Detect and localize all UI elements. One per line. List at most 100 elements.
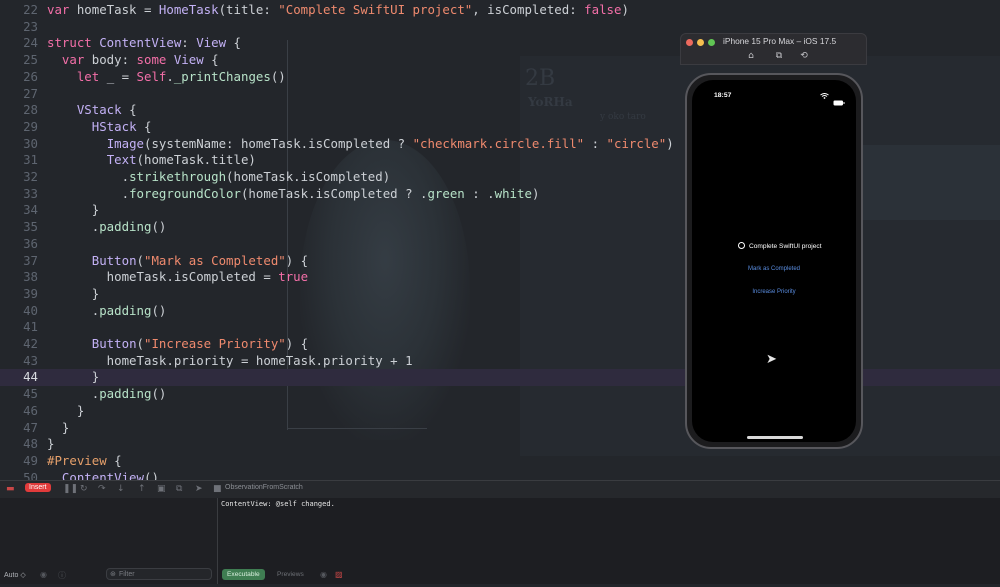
code-token: : . (464, 185, 495, 201)
code-text[interactable]: .foregroundColor(homeTask.isCompleted ? … (47, 185, 540, 203)
line-number: 50 (23, 469, 38, 480)
home-icon[interactable]: ⌂ (745, 50, 757, 62)
code-token: green (427, 185, 465, 201)
code-text[interactable]: } (47, 403, 84, 420)
line-number: 47 (23, 419, 38, 435)
step-out-icon[interactable]: ↑ (138, 484, 146, 494)
code-text[interactable]: VStack { (47, 102, 137, 119)
variables-scope-select[interactable]: Auto ◇ (4, 571, 26, 587)
continue-icon[interactable]: ↻ (80, 484, 88, 494)
line-number: 31 (23, 152, 38, 168)
iphone-screen[interactable]: 18:57 Complete SwiftUI project Mark as C… (692, 80, 856, 442)
code-text[interactable]: Button("Increase Priority") { (47, 336, 308, 353)
zoom-window-button[interactable] (708, 39, 715, 46)
code-text[interactable]: homeTask.priority = homeTask.priority + … (47, 353, 413, 370)
code-text[interactable]: .padding() (47, 386, 167, 403)
code-token: ) (666, 135, 674, 151)
code-text[interactable]: } (47, 286, 99, 303)
code-token: View (196, 35, 227, 51)
code-token: homeTask.priority = homeTask.priority + … (47, 352, 413, 368)
close-window-button[interactable] (686, 39, 693, 46)
code-text[interactable]: .padding() (47, 302, 167, 320)
increase-priority-button[interactable]: Increase Priority (692, 289, 856, 295)
code-line[interactable]: 22 var homeTask = HomeTask(title: "Comple… (0, 2, 1000, 19)
line-number: 28 (23, 102, 38, 118)
code-text[interactable]: .padding() (47, 219, 167, 236)
line-number: 41 (23, 319, 38, 335)
memory-graph-icon[interactable]: ⧉ (176, 484, 182, 494)
code-line[interactable]: 50 ContentView() (0, 470, 1000, 480)
code-token: { (121, 102, 137, 118)
toggle-debug-area-icon[interactable]: ▬ (6, 484, 15, 494)
code-text[interactable]: Button("Mark as Completed") { (47, 253, 308, 270)
code-text[interactable]: homeTask.isCompleted = true (47, 269, 308, 286)
code-text[interactable]: let _ = Self._printChanges() (47, 69, 286, 86)
code-token: } (47, 285, 100, 301)
code-token: strikethrough (129, 169, 227, 184)
code-token: , isCompleted: (472, 2, 585, 17)
code-token: "Mark as Completed" (144, 252, 286, 268)
console-output: ContentView: @self changed. (221, 500, 335, 508)
code-token: Self (136, 68, 167, 84)
code-token: () (151, 219, 167, 235)
filter-icon: ⊛ (110, 571, 116, 578)
code-text[interactable]: } (47, 420, 69, 437)
location-icon[interactable]: ➤ (195, 484, 203, 494)
code-text[interactable]: struct ContentView: View { (47, 35, 241, 52)
code-token: () (151, 302, 167, 318)
minimize-window-button[interactable] (697, 39, 704, 46)
line-number: 30 (23, 135, 38, 151)
code-token: (systemName: homeTask.isCompleted ? (144, 135, 413, 151)
code-token: some (136, 52, 174, 68)
code-text[interactable]: var body: some View { (47, 52, 219, 69)
code-text[interactable]: #Preview { (47, 453, 122, 470)
mark-as-completed-button[interactable]: Mark as Completed (692, 266, 856, 272)
insert-mode-badge: Insert (25, 483, 51, 492)
code-line[interactable]: 49 #Preview { (0, 453, 1000, 470)
code-text[interactable]: Image(systemName: homeTask.isCompleted ?… (47, 136, 674, 153)
line-number: 38 (23, 269, 38, 285)
code-text[interactable]: .strikethrough(homeTask.isCompleted) (47, 169, 391, 186)
code-text[interactable]: } (47, 369, 99, 386)
code-token: } (47, 202, 100, 218)
executable-tab[interactable]: Executable (222, 569, 265, 580)
screenshot-icon[interactable]: ⧉ (773, 50, 785, 62)
code-token: ( (136, 252, 144, 268)
code-token: "circle" (606, 135, 667, 151)
step-over-icon[interactable]: ↷ (98, 484, 106, 494)
code-token: homeTask = (76, 2, 159, 17)
code-text[interactable]: ContentView() (47, 470, 159, 480)
pause-icon[interactable]: ❚❚ (63, 484, 78, 494)
line-number: 45 (23, 386, 38, 402)
step-into-icon[interactable]: ↓ (117, 484, 125, 494)
previews-tab[interactable]: Previews (272, 569, 309, 580)
mouse-pointer-icon: ➤ (766, 352, 777, 367)
code-token: var (61, 52, 92, 68)
view-hierarchy-icon[interactable]: ▣ (157, 484, 166, 494)
code-token: } (47, 402, 85, 418)
code-token: (homeTask.isCompleted ? . (240, 185, 428, 201)
line-number: 49 (23, 452, 38, 468)
code-token: . (47, 219, 100, 235)
line-number: 34 (23, 202, 38, 218)
code-text[interactable]: } (47, 202, 99, 219)
home-indicator[interactable] (747, 436, 803, 439)
simulator-toolbar[interactable]: iPhone 15 Pro Max – iOS 17.5 ⌂ ⧉ ⟲ (680, 33, 867, 65)
code-token: VStack (76, 102, 122, 118)
code-text[interactable]: var homeTask = HomeTask(title: "Complete… (47, 2, 629, 19)
code-token: var (47, 2, 77, 17)
code-token: (homeTask.title) (136, 152, 256, 168)
code-token: padding (99, 386, 152, 402)
code-token: "Increase Priority" (144, 336, 286, 351)
code-text[interactable]: HStack { (47, 119, 152, 136)
iphone-simulator-frame: 18:57 Complete SwiftUI project Mark as C… (685, 73, 863, 449)
line-number: 44 (23, 369, 38, 385)
rotate-icon[interactable]: ⟲ (798, 50, 810, 62)
code-text[interactable]: } (47, 436, 54, 453)
line-number: 39 (23, 285, 38, 301)
filter-input[interactable]: ⊛ Filter (106, 568, 212, 580)
code-text[interactable]: Text(homeTask.title) (47, 152, 256, 169)
